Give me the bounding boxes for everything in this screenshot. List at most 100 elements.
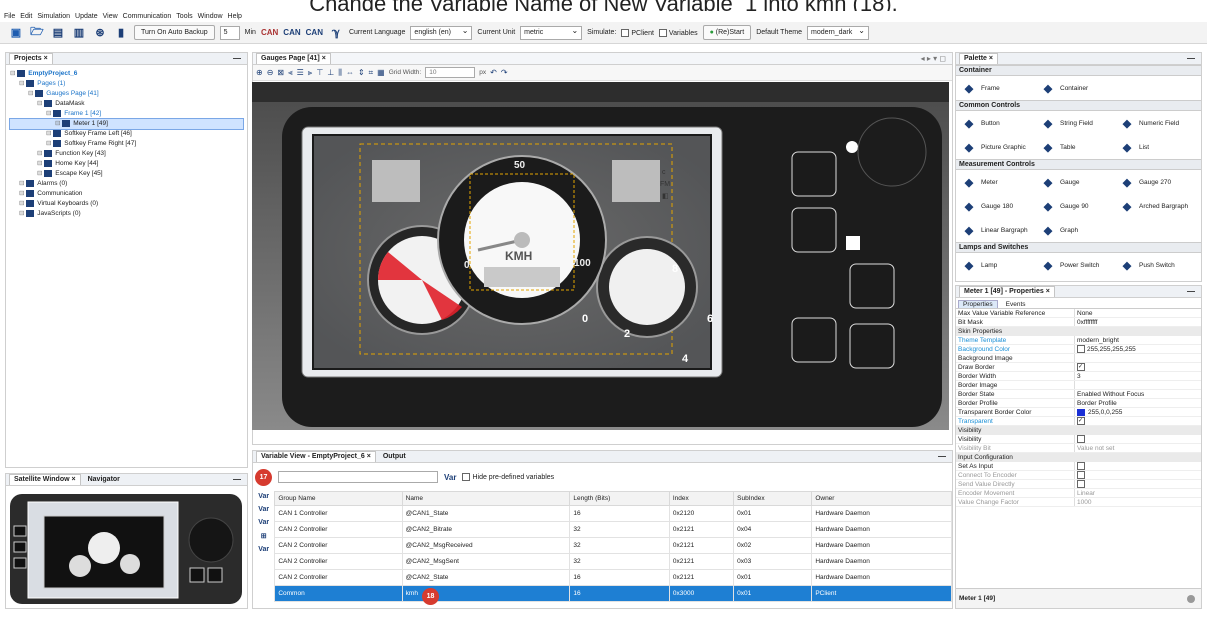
column-header[interactable]: Group Name (274, 491, 403, 506)
palette-item[interactable]: ◆ Arched Bargraph (1118, 196, 1197, 216)
property-row[interactable]: Border Profile Border Profile (956, 399, 1201, 408)
tree-item[interactable]: ⊟ Escape Key [45] (10, 169, 243, 179)
minimize-icon[interactable]: — (233, 475, 241, 484)
current-language-select[interactable]: english (en) (410, 25, 473, 40)
expand-toggle-icon[interactable]: ⊟ (28, 90, 35, 97)
tree-item[interactable]: ⊟ Function Key [43] (10, 149, 243, 159)
checkbox-icon[interactable] (1077, 471, 1085, 479)
palette-item[interactable]: ◆ Lamp (960, 255, 1039, 275)
hide-predefined-checkbox[interactable]: Hide pre-defined variables (462, 473, 554, 481)
property-value[interactable] (1074, 435, 1201, 443)
tree-item[interactable]: ⊟ DataMask (10, 99, 243, 109)
tree-item[interactable]: ⊟ Gauges Page [41] (10, 89, 243, 99)
table-cell[interactable]: Hardware Daemon (811, 553, 952, 570)
table-cell[interactable]: Hardware Daemon (811, 537, 952, 554)
expand-toggle-icon[interactable]: ⊟ (19, 80, 26, 87)
palette-category[interactable]: Common Controls (956, 100, 1201, 111)
property-row[interactable]: Background Image (956, 354, 1201, 363)
tree-item[interactable]: ⊟ Meter 1 [49] (9, 118, 244, 130)
link-variable-icon[interactable]: ⊞ (261, 532, 267, 540)
tab-projects[interactable]: Projects × (9, 53, 53, 64)
property-value[interactable]: Linear (1074, 489, 1201, 497)
property-value[interactable]: 3 (1074, 372, 1201, 380)
can-icon-3[interactable]: CAN (306, 28, 323, 37)
property-value[interactable]: 255,0,0,255 (1074, 408, 1201, 416)
property-value[interactable] (1074, 354, 1201, 362)
color-swatch-icon[interactable] (1077, 408, 1085, 416)
expand-toggle-icon[interactable]: ⊟ (19, 180, 26, 187)
palette-item[interactable]: ◆ Power Switch (1039, 255, 1118, 275)
variable-icon[interactable]: ℽ (328, 26, 344, 40)
property-value[interactable]: 1000 (1074, 498, 1201, 506)
palette-item[interactable]: ◆ Linear Bargraph (960, 220, 1039, 240)
checkbox-icon[interactable] (1077, 480, 1085, 488)
tab-palette[interactable]: Palette × (959, 53, 999, 64)
expand-toggle-icon[interactable]: ⊟ (37, 160, 44, 167)
tab-satellite[interactable]: Satellite Window × (9, 474, 81, 485)
property-row[interactable]: Set As Input (956, 462, 1201, 471)
same-width-icon[interactable]: ⇔ (346, 68, 354, 77)
property-row[interactable]: Bit Mask 0xffffffff (956, 318, 1201, 327)
open-folder-icon[interactable]: 🗁 (29, 26, 45, 40)
property-row[interactable]: Visibility (956, 435, 1201, 444)
zoom-in-icon[interactable]: ⊕ (256, 68, 263, 77)
align-top-icon[interactable]: ⊤ (316, 68, 323, 77)
edit-variable-icon[interactable]: Var (258, 546, 269, 553)
tab-properties-panel[interactable]: Meter 1 [49] - Properties × (959, 286, 1055, 297)
tree-item[interactable]: ⊟ Frame 1 [42] (10, 109, 243, 119)
column-header[interactable]: Length (Bits) (569, 491, 670, 506)
snap-icon[interactable]: ⌗ (369, 68, 374, 78)
variables-checkbox[interactable]: Variables (658, 28, 698, 37)
auto-backup-button[interactable]: Turn On Auto Backup (134, 25, 215, 40)
align-right-icon[interactable]: ⫸ (308, 68, 313, 78)
checked-checkbox-icon[interactable]: ✓ (1077, 363, 1085, 371)
design-canvas[interactable]: c FM ◧ 8 6 4 2 0 50 KMH 0 100 (252, 82, 949, 430)
tree-item[interactable]: ⊟ Pages (1) (10, 79, 243, 89)
palette-item[interactable]: ◆ Gauge 270 (1118, 172, 1197, 192)
property-value[interactable] (1074, 381, 1201, 389)
property-category[interactable]: Visibility (956, 426, 1201, 435)
property-row[interactable]: Transparent Border Color 255,0,0,255 (956, 408, 1201, 417)
expand-toggle-icon[interactable]: ⊟ (37, 100, 44, 107)
menu-item-view[interactable]: View (103, 11, 118, 22)
property-value[interactable]: 255,255,255,255 (1074, 345, 1201, 353)
expand-toggle-icon[interactable]: ⊟ (10, 70, 17, 77)
minimize-icon[interactable]: — (938, 452, 946, 461)
current-unit-select[interactable]: metric (520, 25, 583, 40)
remove-variable-icon[interactable]: Var (258, 506, 269, 513)
table-row[interactable]: CAN 2 Controller @CAN2_MsgSent 32 0x2121 0x0… (274, 553, 952, 570)
property-row[interactable]: Send Value Directly (956, 480, 1201, 489)
table-row[interactable]: CAN 2 Controller @CAN2_MsgReceived 32 0x212… (274, 537, 952, 554)
subtab-events[interactable]: Events (1002, 301, 1030, 308)
zoom-fit-icon[interactable]: ⊠ (277, 68, 284, 77)
save-all-icon[interactable]: ▥ (71, 26, 87, 40)
checkbox-icon[interactable] (1077, 462, 1085, 470)
palette-item[interactable]: ◆ Meter (960, 172, 1039, 192)
palette-item[interactable]: ◆ Container (1039, 78, 1118, 98)
minimize-icon[interactable]: — (1187, 54, 1195, 63)
same-height-icon[interactable]: ⇕ (358, 68, 365, 77)
var-search-icon[interactable]: Var (444, 473, 456, 482)
expand-toggle-icon[interactable]: ⊟ (46, 130, 53, 137)
backup-minutes-input[interactable]: 5 (219, 25, 240, 40)
default-theme-select[interactable]: modern_dark (806, 25, 869, 40)
menu-item-simulation[interactable]: Simulation (37, 11, 70, 22)
menu-item-tools[interactable]: Tools (176, 11, 192, 22)
expand-toggle-icon[interactable]: ⊟ (19, 210, 26, 217)
table-row[interactable]: CAN 1 Controller @CAN1_State 16 0x2120 0x01 H… (274, 505, 952, 522)
checked-checkbox-icon[interactable]: ✓ (1077, 417, 1085, 425)
align-left-icon[interactable]: ⫷ (288, 68, 293, 78)
property-value[interactable]: Border Profile (1074, 399, 1201, 407)
palette-item[interactable]: ◆ Gauge 180 (960, 196, 1039, 216)
build-icon[interactable]: ⊛ (92, 26, 108, 40)
property-value[interactable]: Enabled Without Focus (1074, 390, 1201, 398)
tree-item[interactable]: ⊟ Communication (10, 189, 243, 199)
property-row[interactable]: Max Value Variable Reference None (956, 309, 1201, 318)
property-row[interactable]: Visibility Bit Value not set (956, 444, 1201, 453)
copy-variable-icon[interactable]: Var (258, 519, 269, 526)
property-row[interactable]: Border Image (956, 381, 1201, 390)
palette-item[interactable]: ◆ Numeric Field (1118, 113, 1197, 133)
property-row[interactable]: Theme Template modern_bright (956, 336, 1201, 345)
property-value[interactable]: None (1074, 309, 1201, 317)
table-cell[interactable]: @CAN2_Bitrate (401, 521, 571, 538)
